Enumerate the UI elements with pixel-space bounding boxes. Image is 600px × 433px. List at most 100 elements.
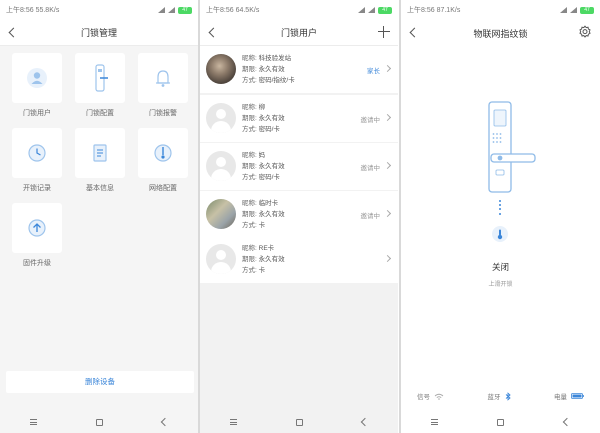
user-method: 密码/卡 (258, 126, 280, 133)
title-bar: 门锁用户 (200, 20, 398, 46)
nickname-label: 昵称: (242, 152, 257, 159)
signal-label: 信号 (417, 394, 430, 401)
nav-back-icon[interactable] (562, 417, 572, 427)
lock-config-icon (95, 64, 108, 92)
last-operation: 上滑开锁 (488, 282, 513, 288)
document-icon (93, 144, 107, 162)
system-nav-bar (0, 411, 198, 433)
user-info: 昵称: 临时卡 期限: 永久有效 方式: 卡 (242, 198, 285, 231)
period-label: 期限: (242, 211, 257, 218)
home-icon[interactable] (295, 418, 303, 426)
method-label: 方式: (242, 267, 257, 274)
period-label: 期限: (242, 66, 257, 73)
avatar (206, 199, 236, 229)
signal-icon (158, 7, 165, 13)
menu-icon[interactable] (229, 419, 237, 425)
gear-icon[interactable] (578, 25, 592, 39)
network-config-tile[interactable] (138, 128, 188, 178)
tile-label: 门锁报警 (149, 110, 177, 117)
delete-device-button[interactable]: 删除设备 (6, 371, 194, 393)
menu-icon[interactable] (430, 419, 438, 425)
status-net-speed: 64.5K/s (235, 7, 260, 14)
user-icon (27, 68, 47, 88)
tile-label: 网络配置 (149, 185, 177, 192)
upgrade-icon (28, 219, 46, 237)
status-bar: 上午8:56 64.5K/s 47 (200, 0, 398, 20)
home-icon[interactable] (95, 418, 103, 426)
bluetooth-label: 蓝牙 (487, 394, 501, 401)
back-icon[interactable] (8, 27, 17, 39)
lock-alarm-tile[interactable] (138, 53, 188, 103)
lock-config-tile[interactable] (75, 53, 125, 103)
back-icon[interactable] (208, 27, 217, 39)
nav-back-icon[interactable] (161, 417, 170, 427)
signal-icon (358, 7, 365, 13)
method-label: 方式: (242, 77, 257, 84)
user-list-item[interactable]: 昵称: 妈 期限: 永久有效 方式: 密码/卡 邀请中 (200, 143, 398, 190)
lock-users-screen: 上午8:56 64.5K/s 47 门锁用户 昵称: 科技验发站 期限: 永久有… (200, 0, 398, 433)
unlock-records-tile[interactable] (12, 128, 62, 178)
user-period: 永久有效 (258, 211, 285, 218)
add-user-icon[interactable] (378, 26, 390, 38)
device-status-bar: 信号 蓝牙 电量 (401, 388, 600, 404)
home-icon[interactable] (497, 418, 505, 426)
user-list-item[interactable]: 昵称: 临时卡 期限: 永久有效 方式: 卡 邀请中 (200, 191, 398, 238)
basic-info-tile[interactable] (75, 128, 125, 178)
firmware-upgrade-tile[interactable] (12, 203, 62, 253)
menu-icon[interactable] (29, 419, 37, 425)
title-bar: 物联网指纹锁 (401, 20, 600, 46)
door-lock-icon (488, 101, 536, 193)
invite-status-badge: 邀请中 (360, 117, 381, 124)
page-title: 门锁用户 (280, 28, 317, 38)
lock-management-screen: 上午8:56 55.8K/s 47 门锁管理 门锁用户 门锁配置 门锁报警 开锁… (0, 0, 198, 433)
user-list-item[interactable]: 昵称: 科技验发站 期限: 永久有效 方式: 密码/指纹/卡 家长 (200, 46, 398, 93)
bell-icon (156, 70, 170, 87)
title-bar: 门锁管理 (0, 20, 198, 46)
avatar (206, 244, 236, 274)
user-info: 昵称: RE卡 期限: 永久有效 方式: 卡 (242, 243, 285, 276)
user-method: 卡 (258, 267, 266, 274)
nickname-label: 昵称: (242, 55, 257, 62)
thermometer-icon (497, 229, 503, 240)
user-nickname: 科技验发站 (258, 55, 292, 62)
wifi-icon (368, 7, 375, 13)
nav-back-icon[interactable] (361, 417, 370, 427)
user-method: 卡 (258, 222, 266, 229)
status-time: 上午8:56 (6, 7, 34, 14)
lock-users-tile[interactable] (12, 53, 62, 103)
battery-icon: 47 (580, 6, 594, 14)
user-method: 密码/指纹/卡 (258, 77, 295, 84)
nickname-label: 昵称: (242, 200, 257, 207)
status-time: 上午8:56 (206, 7, 234, 14)
user-list-item[interactable]: 昵称: 柳 期限: 永久有效 方式: 密码/卡 邀请中 (200, 95, 398, 142)
user-period: 永久有效 (258, 115, 285, 122)
status-net-speed: 87.1K/s (436, 7, 461, 14)
wifi-icon (168, 7, 175, 13)
user-nickname: 临时卡 (258, 200, 279, 207)
user-period: 永久有效 (258, 66, 285, 73)
status-net-speed: 55.8K/s (35, 7, 60, 14)
page-title: 门锁管理 (80, 28, 117, 38)
user-list-item[interactable]: 昵称: RE卡 期限: 永久有效 方式: 卡 (200, 236, 398, 283)
user-method: 密码/卡 (258, 174, 280, 181)
tile-label: 基本信息 (86, 185, 114, 192)
tile-label: 固件升级 (23, 260, 51, 267)
status-bar: 上午8:56 55.8K/s 47 (0, 0, 198, 20)
period-label: 期限: (242, 256, 257, 263)
status-time: 上午8:56 (407, 7, 435, 14)
status-bar: 上午8:56 87.1K/s 47 (401, 0, 600, 20)
back-icon[interactable] (409, 27, 418, 39)
avatar (206, 54, 236, 84)
battery-level-icon (571, 393, 584, 399)
period-label: 期限: (242, 115, 257, 122)
chevron-right-icon (383, 113, 392, 122)
fingerprint-lock-screen: 上午8:56 87.1K/s 47 物联网指纹锁 关闭 上滑开锁 信号 蓝牙 电… (401, 0, 600, 433)
battery-label: 电量 (554, 394, 567, 401)
tile-label: 开锁记录 (23, 185, 51, 192)
user-nickname: RE卡 (258, 245, 275, 252)
battery-icon: 47 (378, 6, 392, 14)
user-period: 永久有效 (258, 163, 285, 170)
user-info: 昵称: 科技验发站 期限: 永久有效 方式: 密码/指纹/卡 (242, 53, 295, 86)
unlock-button[interactable] (492, 226, 508, 242)
bluetooth-icon (505, 391, 511, 401)
